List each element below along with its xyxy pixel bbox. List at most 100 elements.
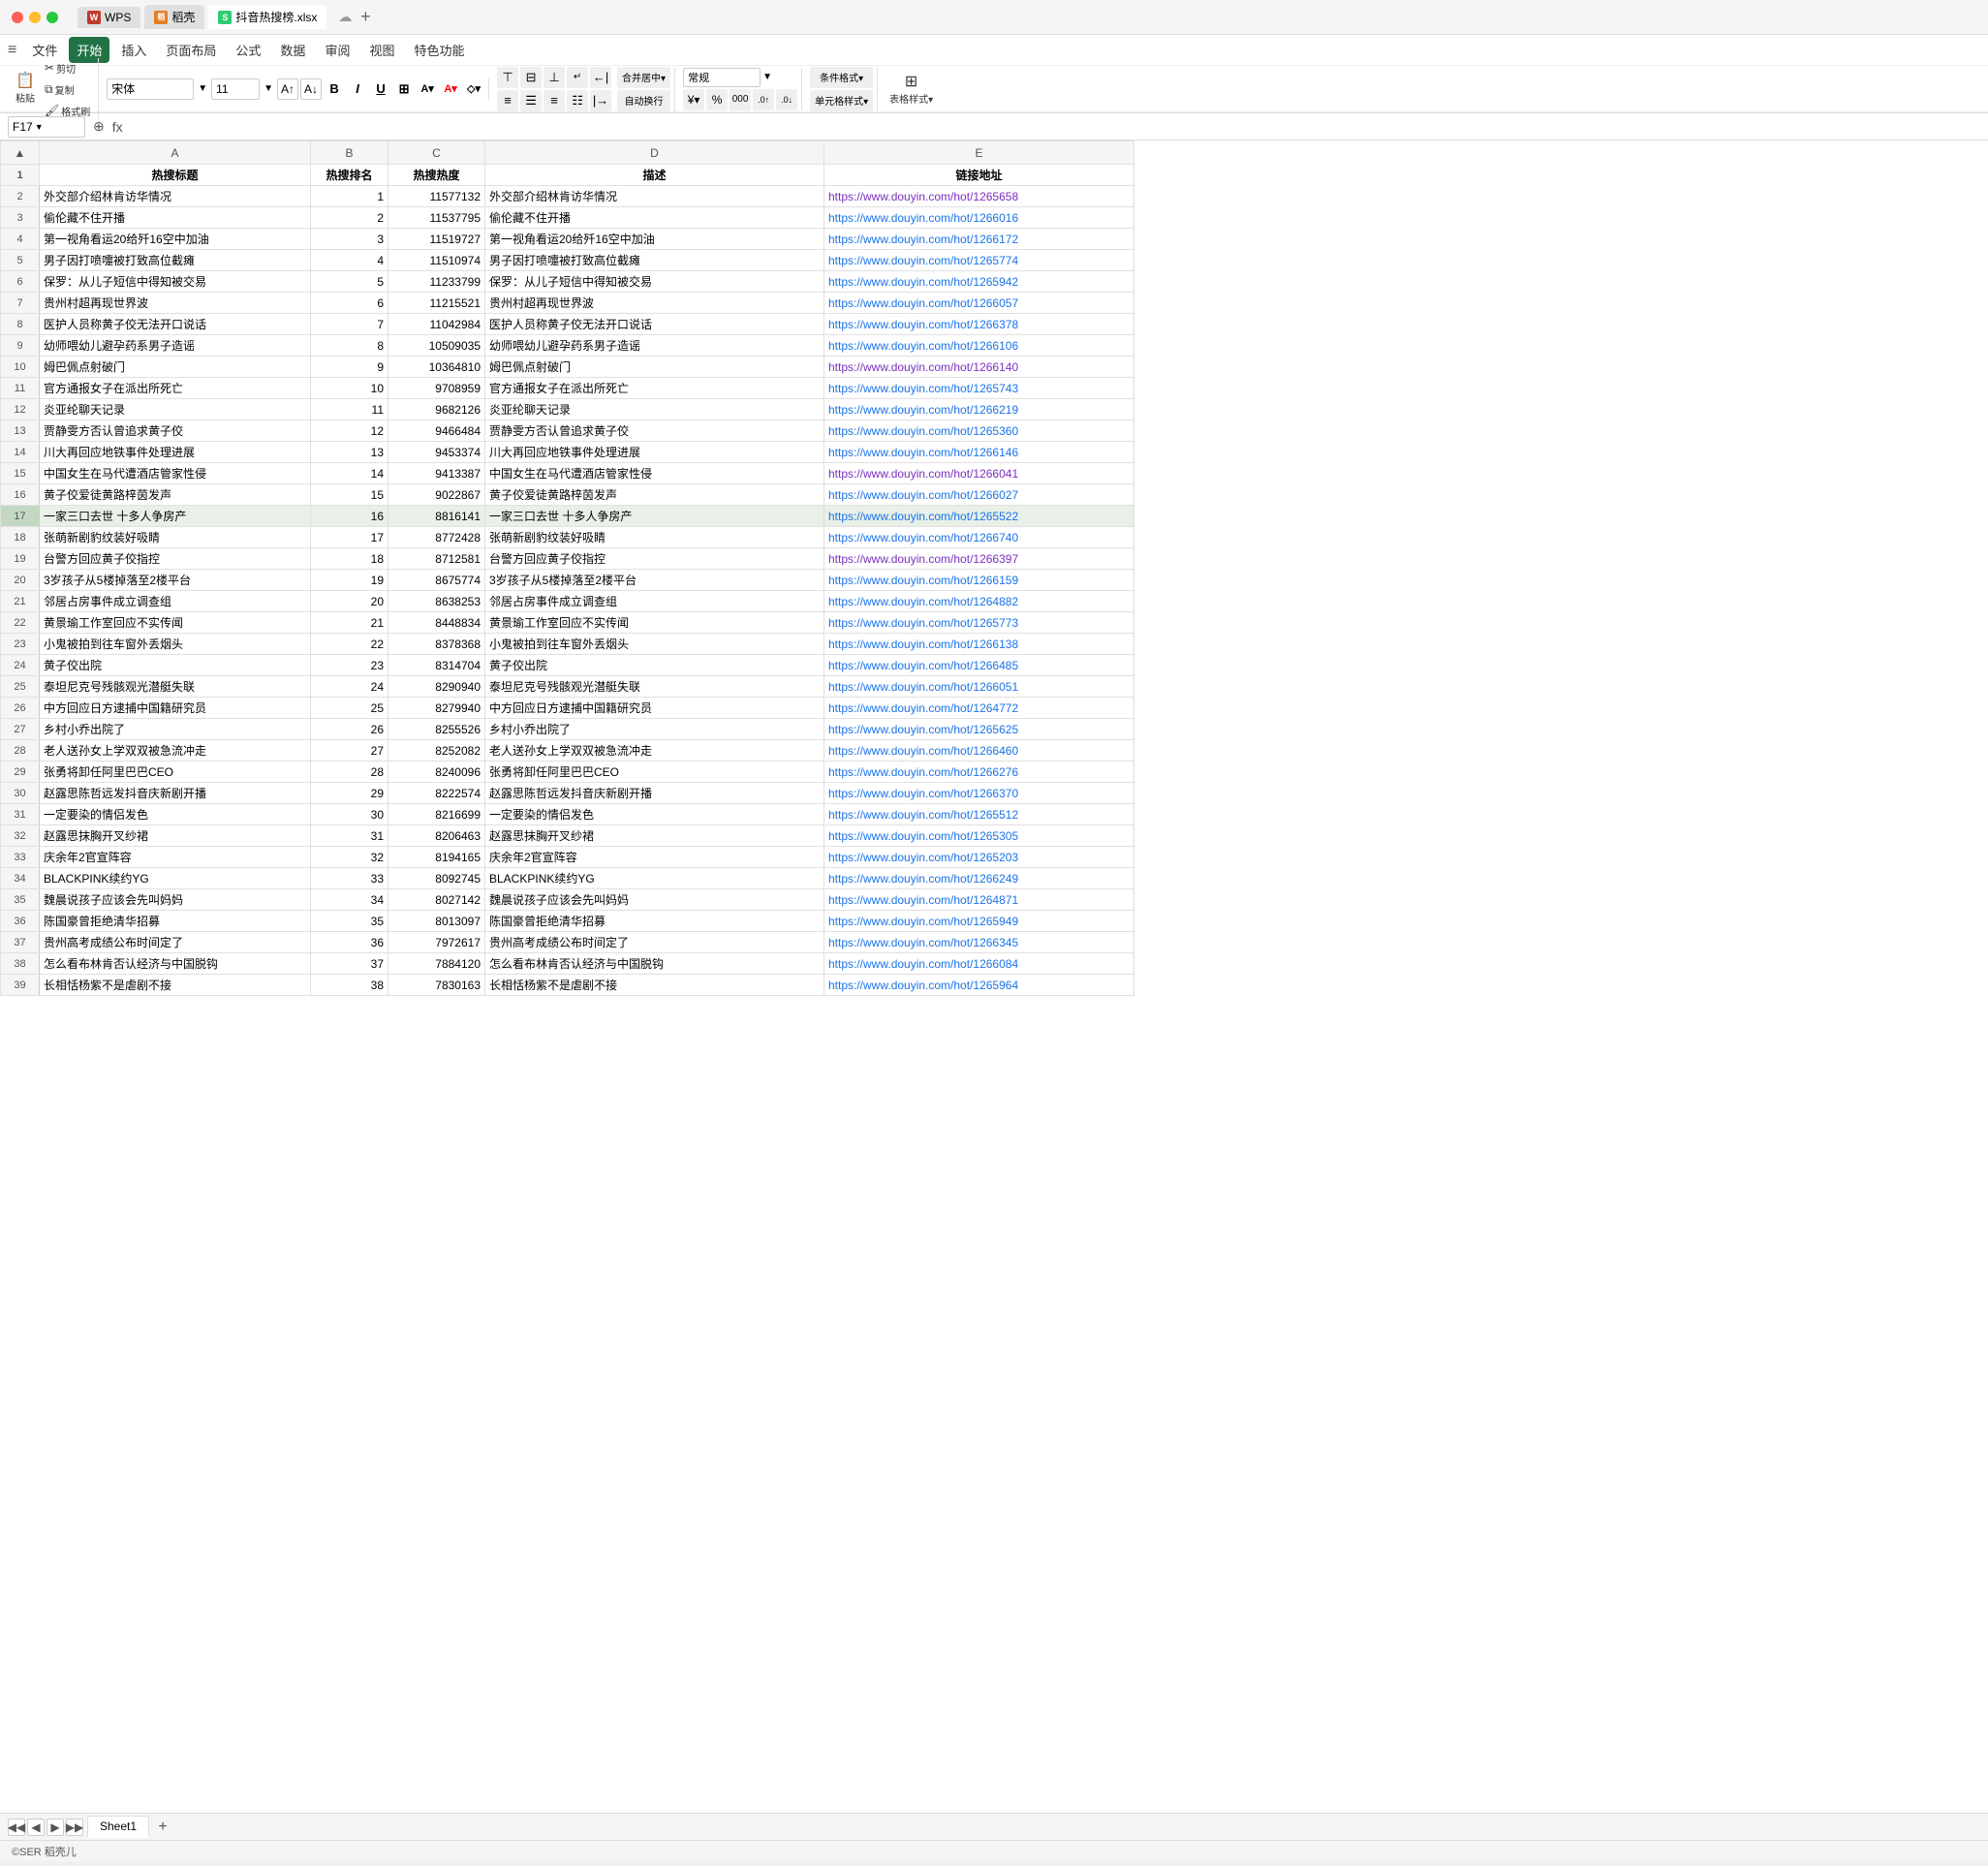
cell-8-B[interactable]: 7 xyxy=(311,314,388,335)
cell-39-A[interactable]: 长相恬杨紫不是虐剧不接 xyxy=(40,975,311,996)
cell-6-B[interactable]: 5 xyxy=(311,271,388,293)
cell-23-B[interactable]: 22 xyxy=(311,634,388,655)
sheet-nav-prev[interactable]: ◀ xyxy=(27,1819,45,1836)
cell-37-D[interactable]: 贵州高考成绩公布时间定了 xyxy=(485,932,824,953)
link-39[interactable]: https://www.douyin.com/hot/1265964 xyxy=(828,979,1018,992)
cell-21-A[interactable]: 邻居占房事件成立调查组 xyxy=(40,591,311,612)
cell-30-B[interactable]: 29 xyxy=(311,783,388,804)
cell-15-E[interactable]: https://www.douyin.com/hot/1266041 xyxy=(824,463,1134,484)
formula-input[interactable] xyxy=(131,116,1980,138)
dao-tab[interactable]: 稻 稻壳 xyxy=(144,5,204,29)
cell-24-B[interactable]: 23 xyxy=(311,655,388,676)
cell-34-D[interactable]: BLACKPINK续约YG xyxy=(485,868,824,889)
cell-10-D[interactable]: 姆巴佩点射破门 xyxy=(485,357,824,378)
cell-39-D[interactable]: 长相恬杨紫不是虐剧不接 xyxy=(485,975,824,996)
cell-7-B[interactable]: 6 xyxy=(311,293,388,314)
font-size-input[interactable] xyxy=(211,78,260,100)
cell-18-D[interactable]: 张萌新剧豹纹装好吸睛 xyxy=(485,527,824,548)
font-color-button[interactable]: A▾ xyxy=(440,78,461,100)
font-size-dropdown-icon[interactable]: ▼ xyxy=(264,83,273,94)
cell-21-C[interactable]: 8638253 xyxy=(388,591,485,612)
cell-14-C[interactable]: 9453374 xyxy=(388,442,485,463)
cell-15-D[interactable]: 中国女生在马代遭酒店管家性侵 xyxy=(485,463,824,484)
cell-10-E[interactable]: https://www.douyin.com/hot/1266140 xyxy=(824,357,1134,378)
cell-9-B[interactable]: 8 xyxy=(311,335,388,357)
cell-22-C[interactable]: 8448834 xyxy=(388,612,485,634)
cell-16-E[interactable]: https://www.douyin.com/hot/1266027 xyxy=(824,484,1134,506)
cell-17-B[interactable]: 16 xyxy=(311,506,388,527)
fill-color-button[interactable]: A▾ xyxy=(417,78,438,100)
cell-9-A[interactable]: 幼师喂幼儿避孕药系男子造谣 xyxy=(40,335,311,357)
cell-8-E[interactable]: https://www.douyin.com/hot/1266378 xyxy=(824,314,1134,335)
link-31[interactable]: https://www.douyin.com/hot/1265512 xyxy=(828,808,1018,822)
cell-15-C[interactable]: 9413387 xyxy=(388,463,485,484)
cell-7-C[interactable]: 11215521 xyxy=(388,293,485,314)
cell-7-E[interactable]: https://www.douyin.com/hot/1266057 xyxy=(824,293,1134,314)
link-22[interactable]: https://www.douyin.com/hot/1265773 xyxy=(828,616,1018,630)
cell-3-E[interactable]: https://www.douyin.com/hot/1266016 xyxy=(824,207,1134,229)
cell-17-E[interactable]: https://www.douyin.com/hot/1265522 xyxy=(824,506,1134,527)
cell-16-A[interactable]: 黄子佼爱徒黄路梓茵发声 xyxy=(40,484,311,506)
close-button[interactable] xyxy=(12,12,23,23)
link-8[interactable]: https://www.douyin.com/hot/1266378 xyxy=(828,318,1018,331)
cell-12-C[interactable]: 9682126 xyxy=(388,399,485,420)
cell-3-A[interactable]: 偷伦藏不住开播 xyxy=(40,207,311,229)
cell-29-C[interactable]: 8240096 xyxy=(388,762,485,783)
link-15[interactable]: https://www.douyin.com/hot/1266041 xyxy=(828,467,1018,481)
cell-2-A[interactable]: 外交部介绍林肯访华情况 xyxy=(40,186,311,207)
cell-24-D[interactable]: 黄子佼出院 xyxy=(485,655,824,676)
menu-review[interactable]: 审阅 xyxy=(317,37,357,63)
cell-25-D[interactable]: 泰坦尼克号残骸观光潜艇失联 xyxy=(485,676,824,698)
cell-36-C[interactable]: 8013097 xyxy=(388,911,485,932)
cell-16-B[interactable]: 15 xyxy=(311,484,388,506)
menu-view[interactable]: 视图 xyxy=(361,37,402,63)
cell-11-A[interactable]: 官方通报女子在派出所死亡 xyxy=(40,378,311,399)
cell-13-D[interactable]: 贾静雯方否认曾追求黄子佼 xyxy=(485,420,824,442)
cell-37-C[interactable]: 7972617 xyxy=(388,932,485,953)
cell-35-D[interactable]: 魏晨说孩子应该会先叫妈妈 xyxy=(485,889,824,911)
decrease-font-button[interactable]: A↓ xyxy=(300,78,322,100)
cell-10-C[interactable]: 10364810 xyxy=(388,357,485,378)
cell-18-A[interactable]: 张萌新剧豹纹装好吸睛 xyxy=(40,527,311,548)
cell-19-B[interactable]: 18 xyxy=(311,548,388,570)
link-7[interactable]: https://www.douyin.com/hot/1266057 xyxy=(828,296,1018,310)
add-sheet-button[interactable]: + xyxy=(153,1818,172,1837)
cell-37-B[interactable]: 36 xyxy=(311,932,388,953)
hamburger-menu[interactable]: ≡ xyxy=(8,42,16,59)
cell-13-C[interactable]: 9466484 xyxy=(388,420,485,442)
cell-20-E[interactable]: https://www.douyin.com/hot/1266159 xyxy=(824,570,1134,591)
cell-29-D[interactable]: 张勇将卸任阿里巴巴CEO xyxy=(485,762,824,783)
link-2[interactable]: https://www.douyin.com/hot/1265658 xyxy=(828,190,1018,203)
cell-26-D[interactable]: 中方回应日方逮捕中国籍研究员 xyxy=(485,698,824,719)
cell-32-E[interactable]: https://www.douyin.com/hot/1265305 xyxy=(824,825,1134,847)
cell-30-E[interactable]: https://www.douyin.com/hot/1266370 xyxy=(824,783,1134,804)
menu-formula[interactable]: 公式 xyxy=(228,37,268,63)
cell-4-A[interactable]: 第一视角看运20给歼16空中加油 xyxy=(40,229,311,250)
link-38[interactable]: https://www.douyin.com/hot/1266084 xyxy=(828,957,1018,971)
col-header-A[interactable]: A xyxy=(40,141,311,165)
cell-5-A[interactable]: 男子因打喷嚏被打致高位截瘫 xyxy=(40,250,311,271)
align-bottom-button[interactable]: ⊥ xyxy=(544,67,565,88)
cell-12-A[interactable]: 炎亚纶聊天记录 xyxy=(40,399,311,420)
cell-4-E[interactable]: https://www.douyin.com/hot/1266172 xyxy=(824,229,1134,250)
cell-22-D[interactable]: 黄景瑜工作室回应不实传闻 xyxy=(485,612,824,634)
cell-4-C[interactable]: 11519727 xyxy=(388,229,485,250)
link-34[interactable]: https://www.douyin.com/hot/1266249 xyxy=(828,872,1018,886)
link-21[interactable]: https://www.douyin.com/hot/1264882 xyxy=(828,595,1018,608)
cond-format-button[interactable]: 条件格式▾ xyxy=(810,67,873,88)
cell-31-E[interactable]: https://www.douyin.com/hot/1265512 xyxy=(824,804,1134,825)
cell-26-C[interactable]: 8279940 xyxy=(388,698,485,719)
cell-5-C[interactable]: 11510974 xyxy=(388,250,485,271)
traffic-lights[interactable] xyxy=(12,12,58,23)
cell-34-B[interactable]: 33 xyxy=(311,868,388,889)
cell-37-A[interactable]: 贵州高考成绩公布时间定了 xyxy=(40,932,311,953)
link-29[interactable]: https://www.douyin.com/hot/1266276 xyxy=(828,765,1018,779)
cell-18-C[interactable]: 8772428 xyxy=(388,527,485,548)
cut-button[interactable]: ✂ 剪切 xyxy=(41,58,94,78)
cell-31-A[interactable]: 一定要染的情侣发色 xyxy=(40,804,311,825)
cell-9-C[interactable]: 10509035 xyxy=(388,335,485,357)
decimal-less-button[interactable]: .0↓ xyxy=(776,89,797,110)
zoom-icon[interactable]: ⊕ xyxy=(93,118,105,135)
cell-39-C[interactable]: 7830163 xyxy=(388,975,485,996)
link-25[interactable]: https://www.douyin.com/hot/1266051 xyxy=(828,680,1018,694)
